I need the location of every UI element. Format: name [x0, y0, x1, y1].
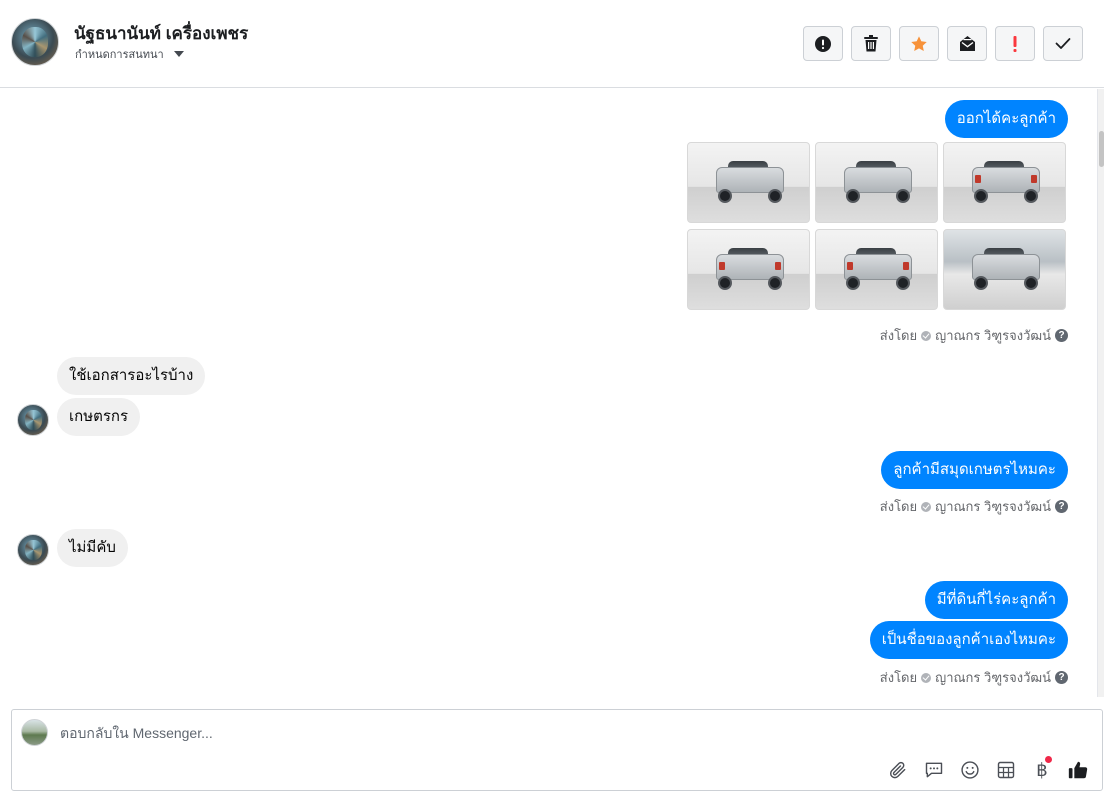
verified-check-icon	[921, 330, 932, 341]
assign-label: กำหนดการสนทนา	[75, 49, 164, 61]
star-icon	[911, 35, 927, 51]
help-icon[interactable]: ?	[1055, 671, 1068, 684]
trash-icon	[864, 35, 878, 52]
mark-done-button[interactable]	[1043, 26, 1083, 61]
mark-unread-button[interactable]	[947, 26, 987, 61]
sent-by-label: ส่งโดย ญาณกร วิฑูรจงวัฒน์ ?	[880, 496, 1068, 517]
image-attachment-grid	[687, 142, 1068, 312]
sent-by-prefix: ส่งโดย	[879, 670, 918, 685]
reply-composer: ฿	[11, 709, 1103, 791]
sent-by-label: ส่งโดย ญาณกร วิฑูรจงวัฒน์ ?	[880, 667, 1068, 688]
caret-down-icon	[173, 51, 184, 57]
conversation-actions	[803, 26, 1083, 61]
contact-avatar[interactable]	[11, 18, 59, 66]
truck-photo-side[interactable]	[943, 229, 1066, 310]
contact-name[interactable]: นัฐธนานันท์ เครื่องเพชร	[74, 20, 248, 47]
priority-button[interactable]	[995, 26, 1035, 61]
truck-photo-rear-side[interactable]	[815, 229, 938, 310]
sender-name[interactable]: ญาณกร วิฑูรจงวัฒน์	[935, 667, 1051, 688]
page-avatar	[21, 719, 48, 746]
assign-conversation-dropdown[interactable]: กำหนดการสนทนา	[75, 45, 184, 63]
conversation-header: นัฐธนานันท์ เครื่องเพชร กำหนดการสนทนา	[0, 0, 1104, 88]
table-button[interactable]	[994, 758, 1018, 782]
contact-avatar-small[interactable]	[17, 404, 49, 436]
outgoing-message[interactable]: ลูกค้ามีสมุดเกษตรไหมคะ	[881, 451, 1068, 489]
saved-replies-button[interactable]	[922, 758, 946, 782]
checkmark-icon	[1055, 38, 1071, 49]
thumbs-up-icon	[1068, 761, 1088, 779]
outgoing-message[interactable]: เป็นชื่อของลูกค้าเองไหมคะ	[869, 621, 1068, 659]
emoji-icon	[961, 761, 979, 779]
truck-photo-front[interactable]	[687, 142, 810, 223]
incoming-message[interactable]: เกษตรกร	[57, 398, 141, 436]
composer-toolbar: ฿	[886, 756, 1090, 782]
incoming-message[interactable]: ไม่มีคับ	[57, 529, 128, 567]
like-button[interactable]	[1066, 758, 1090, 782]
verified-check-icon	[921, 672, 932, 683]
sender-name[interactable]: ญาณกร วิฑูรจงวัฒน์	[935, 325, 1051, 346]
help-icon[interactable]: ?	[1055, 329, 1068, 342]
notification-dot	[1045, 756, 1052, 763]
incoming-message[interactable]: ใช้เอกสารอะไรบ้าง	[57, 357, 206, 395]
star-button[interactable]	[899, 26, 939, 61]
saved-reply-icon	[925, 762, 943, 778]
alert-circle-icon	[815, 35, 831, 52]
outgoing-message[interactable]: มีที่ดินกี่ไร่คะลูกค้า	[924, 581, 1068, 619]
sent-by-prefix: ส่งโดย	[879, 499, 918, 514]
truck-photo-rear[interactable]	[687, 229, 810, 310]
verified-check-icon	[921, 501, 932, 512]
truck-photo-rear-angle[interactable]	[943, 142, 1066, 223]
envelope-open-icon	[959, 36, 975, 51]
truck-photo-front-side[interactable]	[815, 142, 938, 223]
exclamation-icon	[1013, 35, 1017, 52]
table-icon	[997, 761, 1015, 779]
sent-by-label: ส่งโดย ญาณกร วิฑูรจงวัฒน์ ?	[880, 325, 1068, 346]
outgoing-message[interactable]: ออกได้คะลูกค้า	[944, 100, 1068, 138]
thread-scrollbar[interactable]	[1097, 89, 1104, 697]
sender-name[interactable]: ญาณกร วิฑูรจงวัฒน์	[935, 496, 1051, 517]
attach-button[interactable]	[886, 758, 910, 782]
emoji-button[interactable]	[958, 758, 982, 782]
paperclip-icon	[889, 761, 906, 779]
reply-input[interactable]	[60, 724, 760, 742]
payment-button[interactable]: ฿	[1030, 756, 1054, 782]
mark-spam-button[interactable]	[803, 26, 843, 61]
sent-by-prefix: ส่งโดย	[879, 328, 918, 343]
delete-button[interactable]	[851, 26, 891, 61]
scrollbar-thumb[interactable]	[1099, 131, 1104, 167]
help-icon[interactable]: ?	[1055, 500, 1068, 513]
contact-avatar-small[interactable]	[17, 534, 49, 566]
